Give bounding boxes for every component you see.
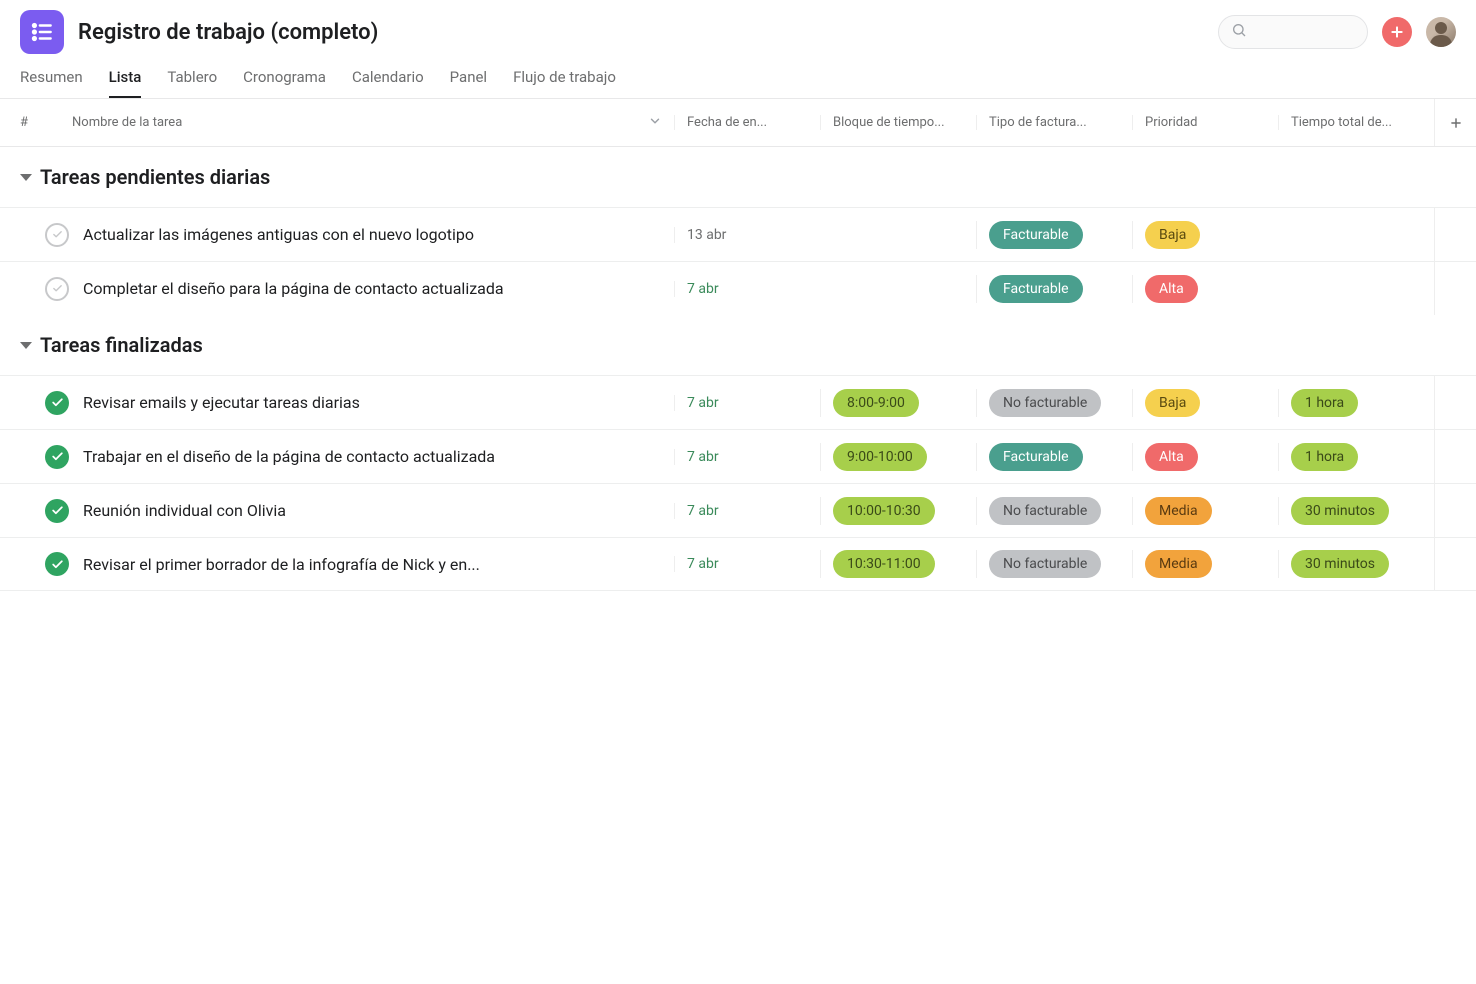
complete-toggle[interactable] bbox=[45, 552, 69, 576]
due-date-cell[interactable]: 7 abr bbox=[674, 449, 820, 465]
priority-pill[interactable]: Alta bbox=[1145, 275, 1198, 303]
due-date-cell[interactable]: 7 abr bbox=[674, 556, 820, 572]
column-number: # bbox=[20, 115, 72, 130]
timeblock-cell[interactable]: 8:00-9:00 bbox=[820, 389, 976, 417]
due-date-cell[interactable]: 7 abr bbox=[674, 503, 820, 519]
priority-cell[interactable]: Alta bbox=[1132, 443, 1278, 471]
column-timeblock[interactable]: Bloque de tiempo... bbox=[820, 115, 976, 130]
task-name[interactable]: Revisar el primer borrador de la infogra… bbox=[83, 555, 674, 574]
search-icon bbox=[1231, 22, 1247, 42]
task-name[interactable]: Trabajar en el diseño de la página de co… bbox=[83, 447, 674, 466]
timeblock-cell[interactable]: 10:00-10:30 bbox=[820, 497, 976, 525]
priority-cell[interactable]: Alta bbox=[1132, 275, 1278, 303]
section-header[interactable]: Tareas pendientes diarias bbox=[0, 147, 1476, 207]
timeblock-pill[interactable]: 10:30-11:00 bbox=[833, 550, 935, 578]
tab-tablero[interactable]: Tablero bbox=[167, 68, 217, 98]
billing-cell[interactable]: Facturable bbox=[976, 275, 1132, 303]
tab-calendario[interactable]: Calendario bbox=[352, 68, 424, 98]
totaltime-cell[interactable]: 1 hora bbox=[1278, 389, 1434, 417]
billing-pill[interactable]: Facturable bbox=[989, 275, 1083, 303]
priority-cell[interactable]: Baja bbox=[1132, 389, 1278, 417]
task-name[interactable]: Reunión individual con Olivia bbox=[83, 501, 674, 520]
priority-cell[interactable]: Media bbox=[1132, 550, 1278, 578]
task-row[interactable]: Actualizar las imágenes antiguas con el … bbox=[0, 207, 1476, 261]
billing-cell[interactable]: No facturable bbox=[976, 497, 1132, 525]
task-row[interactable]: Reunión individual con Olivia7 abr 10:00-… bbox=[0, 483, 1476, 537]
section-header[interactable]: Tareas finalizadas bbox=[0, 315, 1476, 375]
tab-lista[interactable]: Lista bbox=[109, 68, 142, 98]
complete-toggle[interactable] bbox=[45, 277, 69, 301]
column-billing-type[interactable]: Tipo de factura... bbox=[976, 115, 1132, 130]
task-row[interactable]: Revisar emails y ejecutar tareas diarias… bbox=[0, 375, 1476, 429]
add-button[interactable] bbox=[1382, 17, 1412, 47]
billing-cell[interactable]: Facturable bbox=[976, 221, 1132, 249]
priority-pill[interactable]: Alta bbox=[1145, 443, 1198, 471]
due-date-cell[interactable]: 13 abr bbox=[674, 227, 820, 243]
billing-pill[interactable]: No facturable bbox=[989, 497, 1101, 525]
add-column-button[interactable] bbox=[1434, 99, 1476, 146]
tab-cronograma[interactable]: Cronograma bbox=[243, 68, 326, 98]
tab-panel[interactable]: Panel bbox=[450, 68, 487, 98]
task-row[interactable]: Completar el diseño para la página de co… bbox=[0, 261, 1476, 315]
timeblock-pill[interactable]: 9:00-10:00 bbox=[833, 443, 927, 471]
task-name[interactable]: Actualizar las imágenes antiguas con el … bbox=[83, 225, 674, 244]
billing-pill[interactable]: Facturable bbox=[989, 443, 1083, 471]
totaltime-pill[interactable]: 1 hora bbox=[1291, 389, 1358, 417]
section-title: Tareas finalizadas bbox=[40, 333, 203, 357]
column-total-time[interactable]: Tiempo total de... bbox=[1278, 115, 1434, 130]
totaltime-cell[interactable]: 30 minutos bbox=[1278, 497, 1434, 525]
priority-pill[interactable]: Media bbox=[1145, 497, 1212, 525]
tab-resumen[interactable]: Resumen bbox=[20, 68, 83, 98]
task-row[interactable]: Revisar el primer borrador de la infogra… bbox=[0, 537, 1476, 591]
priority-pill[interactable]: Baja bbox=[1145, 389, 1200, 417]
caret-down-icon bbox=[20, 174, 32, 181]
timeblock-cell[interactable]: 9:00-10:00 bbox=[820, 443, 976, 471]
billing-cell[interactable]: No facturable bbox=[976, 550, 1132, 578]
totaltime-cell[interactable]: 1 hora bbox=[1278, 443, 1434, 471]
task-row[interactable]: Trabajar en el diseño de la página de co… bbox=[0, 429, 1476, 483]
complete-toggle[interactable] bbox=[45, 223, 69, 247]
column-priority[interactable]: Prioridad bbox=[1132, 115, 1278, 130]
task-name[interactable]: Completar el diseño para la página de co… bbox=[83, 279, 674, 298]
search-box[interactable] bbox=[1218, 15, 1368, 49]
totaltime-pill[interactable]: 30 minutos bbox=[1291, 497, 1389, 525]
billing-pill[interactable]: Facturable bbox=[989, 221, 1083, 249]
column-task-name[interactable]: Nombre de la tarea bbox=[72, 115, 648, 130]
project-icon[interactable] bbox=[20, 10, 64, 54]
timeblock-cell[interactable]: 10:30-11:00 bbox=[820, 550, 976, 578]
complete-toggle[interactable] bbox=[45, 499, 69, 523]
due-date-cell[interactable]: 7 abr bbox=[674, 281, 820, 297]
totaltime-cell[interactable]: 30 minutos bbox=[1278, 550, 1434, 578]
timeblock-pill[interactable]: 8:00-9:00 bbox=[833, 389, 919, 417]
section-title: Tareas pendientes diarias bbox=[40, 165, 270, 189]
billing-cell[interactable]: Facturable bbox=[976, 443, 1132, 471]
totaltime-pill[interactable]: 30 minutos bbox=[1291, 550, 1389, 578]
priority-pill[interactable]: Baja bbox=[1145, 221, 1200, 249]
complete-toggle[interactable] bbox=[45, 391, 69, 415]
due-date-cell[interactable]: 7 abr bbox=[674, 395, 820, 411]
avatar[interactable] bbox=[1426, 17, 1456, 47]
column-due-date[interactable]: Fecha de en... bbox=[674, 115, 820, 130]
page-title: Registro de trabajo (completo) bbox=[78, 20, 378, 45]
billing-pill[interactable]: No facturable bbox=[989, 389, 1101, 417]
tab-flujo-de-trabajo[interactable]: Flujo de trabajo bbox=[513, 68, 616, 98]
billing-cell[interactable]: No facturable bbox=[976, 389, 1132, 417]
priority-pill[interactable]: Media bbox=[1145, 550, 1212, 578]
priority-cell[interactable]: Baja bbox=[1132, 221, 1278, 249]
totaltime-pill[interactable]: 1 hora bbox=[1291, 443, 1358, 471]
caret-down-icon bbox=[20, 342, 32, 349]
chevron-down-icon[interactable] bbox=[648, 114, 662, 132]
task-name[interactable]: Revisar emails y ejecutar tareas diarias bbox=[83, 393, 674, 412]
priority-cell[interactable]: Media bbox=[1132, 497, 1278, 525]
billing-pill[interactable]: No facturable bbox=[989, 550, 1101, 578]
timeblock-pill[interactable]: 10:00-10:30 bbox=[833, 497, 935, 525]
complete-toggle[interactable] bbox=[45, 445, 69, 469]
